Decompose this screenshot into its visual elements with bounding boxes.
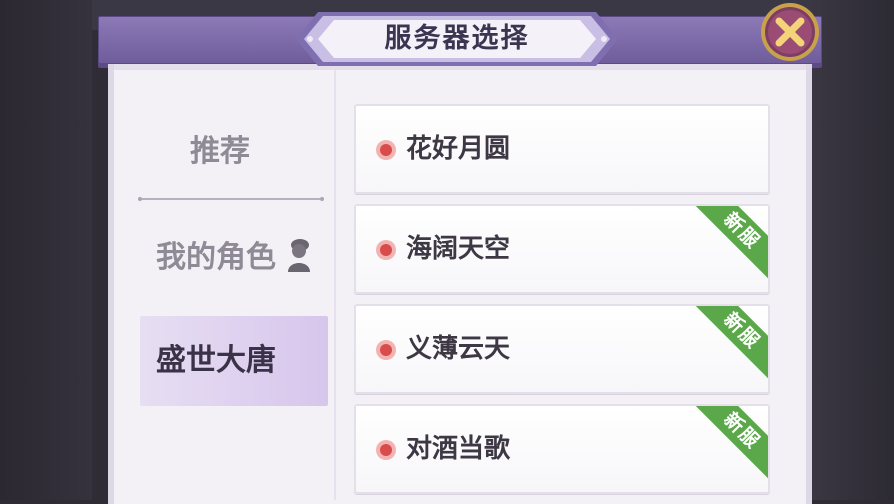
server-card[interactable]: 义薄云天 新服 [354, 304, 770, 394]
background-left [0, 0, 92, 500]
server-card[interactable]: 花好月圆 [354, 104, 770, 194]
server-card[interactable]: 对酒当歌 新服 [354, 404, 770, 494]
status-dot-icon [376, 340, 396, 360]
status-dot-icon [376, 440, 396, 460]
close-button[interactable] [758, 2, 822, 64]
server-name: 义薄云天 [406, 334, 511, 364]
character-icon [286, 236, 312, 272]
sidebar-item-recommend[interactable]: 推荐 [140, 106, 328, 198]
server-name: 对酒当歌 [406, 434, 511, 464]
status-dot-icon [376, 140, 396, 160]
background-right [812, 0, 894, 500]
sidebar-item-shengshi-datang[interactable]: 盛世大唐 [140, 316, 328, 406]
new-server-badge: 新服 [694, 206, 768, 279]
server-name: 花好月圆 [406, 134, 511, 164]
dialog-title: 服务器选择 [384, 23, 530, 54]
new-server-badge: 新服 [694, 306, 768, 379]
status-dot-icon [376, 240, 396, 260]
server-card[interactable]: 海阔天空 新服 [354, 204, 770, 294]
sidebar-divider [138, 197, 324, 201]
server-name: 海阔天空 [406, 234, 511, 264]
sidebar-separator [334, 70, 336, 500]
close-icon [761, 3, 819, 61]
new-server-badge: 新服 [694, 406, 768, 479]
title-plate: 服务器选择 [296, 8, 618, 70]
